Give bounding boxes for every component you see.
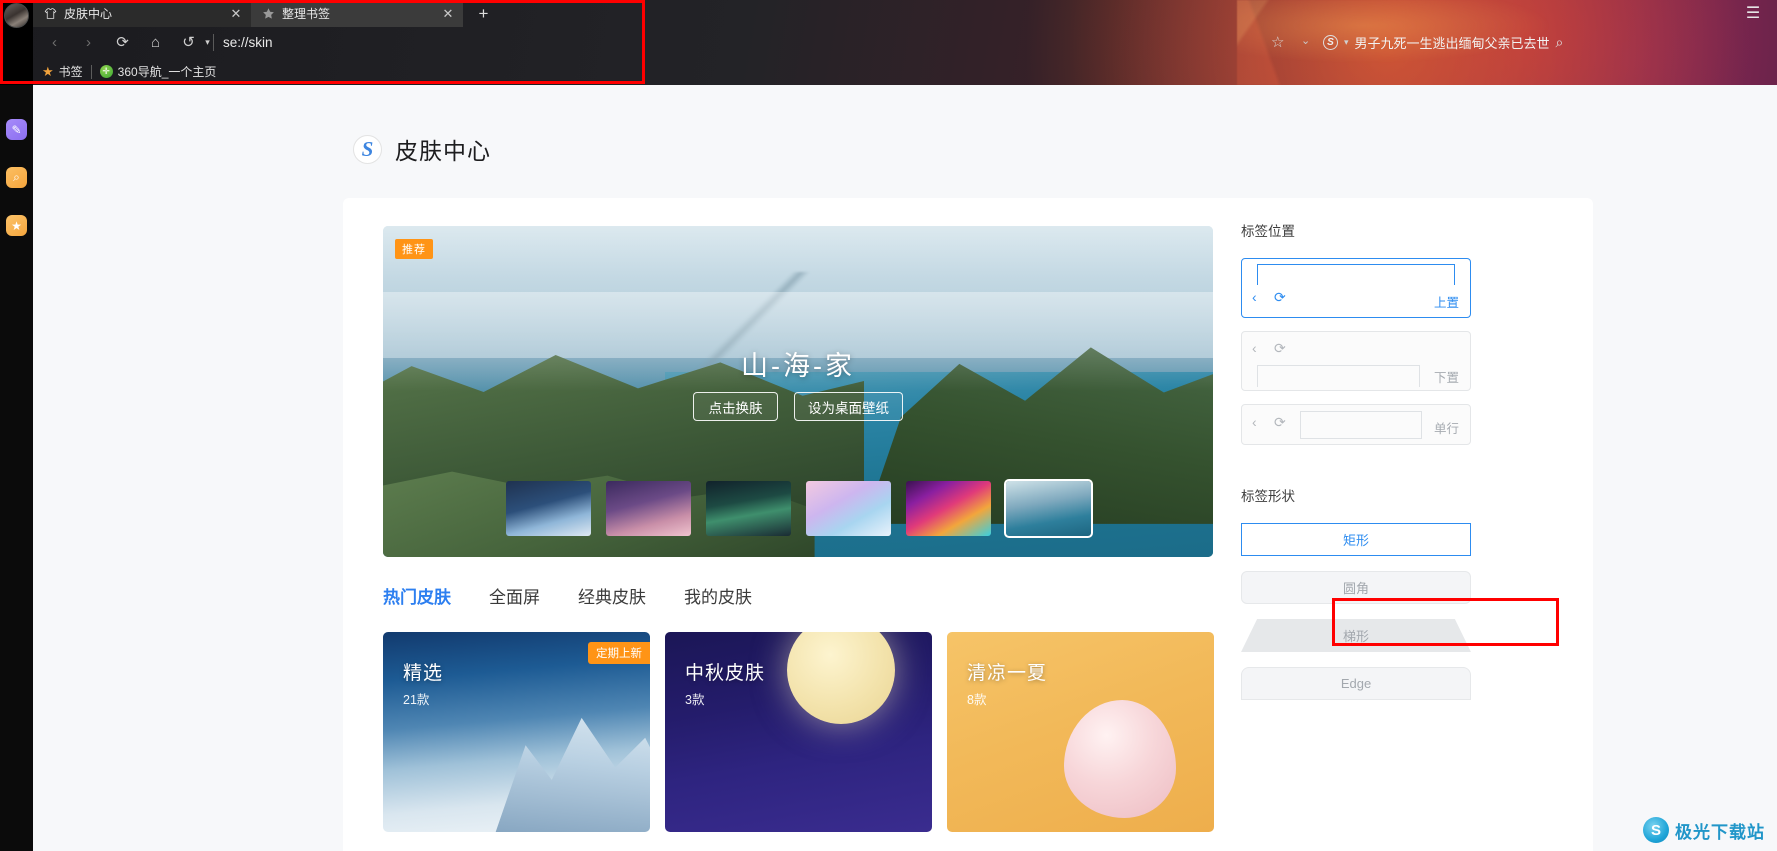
- search-engine-caret-icon[interactable]: ▾: [1344, 37, 1349, 48]
- forward-button[interactable]: ›: [76, 30, 101, 55]
- search-input[interactable]: 男子九死一生逃出缅甸父亲已去世: [1355, 33, 1550, 52]
- skin-category-tabs: 热门皮肤 全面屏 经典皮肤 我的皮肤: [383, 583, 752, 608]
- divider: [90, 64, 92, 79]
- bookmark-star-icon[interactable]: ☆: [1271, 33, 1284, 51]
- mini-back-icon: ‹: [1252, 289, 1257, 305]
- reload-button[interactable]: ⟳: [110, 30, 135, 55]
- skin-category-cards: 定期上新 精选 21款 中秋皮肤 3款 清凉一夏 8款: [383, 632, 1214, 832]
- tab-title: 皮肤中心: [64, 7, 113, 21]
- tab-shape-label: 标签形状: [1241, 489, 1295, 504]
- category-card-summer[interactable]: 清凉一夏 8款: [947, 632, 1214, 832]
- recommended-badge: 推荐: [395, 239, 433, 259]
- address-value: se://skin: [223, 35, 273, 50]
- card-count: 3款: [685, 693, 705, 707]
- tab-position-option-top[interactable]: ‹ ⟳ 上置: [1241, 258, 1471, 318]
- thumb-purple-peak[interactable]: [605, 481, 691, 536]
- thumb-neon[interactable]: [905, 481, 991, 536]
- hamburger-icon[interactable]: ☰: [1743, 5, 1763, 22]
- option-label: 梯形: [1342, 629, 1369, 644]
- page-content: S 皮肤中心 推荐 山-海-家 点击换肤 设为桌面壁纸 热门皮肤 全面屏 经典皮…: [33, 85, 1777, 851]
- tab-close-icon[interactable]: ✕: [229, 6, 243, 22]
- star-icon: [263, 8, 274, 19]
- tab-organize-bookmarks[interactable]: 整理书签 ✕: [251, 0, 463, 27]
- option-label: 下置: [1433, 371, 1459, 385]
- option-label: 单行: [1433, 422, 1459, 436]
- card-title: 中秋皮肤: [685, 663, 766, 684]
- new-tab-button[interactable]: +: [472, 3, 495, 25]
- card-title: 精选: [403, 663, 444, 684]
- shirt-icon: [44, 8, 57, 19]
- page-title: 皮肤中心: [395, 138, 491, 164]
- tab-close-icon[interactable]: ✕: [441, 6, 455, 22]
- tab-position-option-single-row[interactable]: ‹ ⟳ 单行: [1241, 404, 1471, 445]
- mini-reload-icon: ⟳: [1274, 340, 1286, 356]
- tab-classic-skins[interactable]: 经典皮肤: [578, 583, 646, 608]
- tab-position-option-bottom[interactable]: ‹ ⟳ 下置: [1241, 331, 1471, 391]
- search-engine-icon[interactable]: S: [1323, 35, 1338, 50]
- favorites-icon[interactable]: ★: [6, 215, 27, 236]
- tab-shape-option-edge[interactable]: Edge: [1241, 667, 1471, 700]
- card-count: 8款: [967, 693, 987, 707]
- hero-thumbnail-strip: [383, 479, 1213, 538]
- card-count: 21款: [403, 693, 430, 707]
- watermark: S 极光下载站: [1643, 817, 1765, 843]
- mini-reload-icon: ⟳: [1274, 414, 1286, 430]
- mini-reload-icon: ⟳: [1274, 289, 1286, 305]
- screenshot-root: 皮肤中心 ✕ 整理书签 ✕ + ☰ ‹ › ⟳ ⌂ ↺ ▾ se://skin …: [0, 0, 1777, 851]
- bookmark-label: 书签: [58, 65, 83, 79]
- bookmark-item-360nav[interactable]: ✛ 360导航_一个主页: [99, 63, 217, 80]
- tab-fullscreen[interactable]: 全面屏: [489, 583, 540, 608]
- watermark-logo-icon: S: [1643, 817, 1669, 843]
- search-box[interactable]: S ▾ 男子九死一生逃出缅甸父亲已去世 ⌕: [1323, 27, 1763, 58]
- tab-position-label: 标签位置: [1241, 224, 1295, 239]
- thumb-aurora[interactable]: [705, 481, 791, 536]
- bookmark-item-bookmarks[interactable]: ★ 书签: [42, 63, 83, 80]
- thumb-lake[interactable]: [1003, 479, 1093, 538]
- category-card-featured[interactable]: 定期上新 精选 21款: [383, 632, 650, 832]
- category-card-midautumn[interactable]: 中秋皮肤 3款: [665, 632, 932, 832]
- notes-icon[interactable]: ✎: [6, 119, 27, 140]
- address-bar[interactable]: se://skin: [223, 27, 1258, 58]
- tab-title: 整理书签: [282, 7, 331, 21]
- card-title: 清凉一夏: [967, 663, 1048, 684]
- home-button[interactable]: ⌂: [143, 30, 168, 55]
- page-brand: S 皮肤中心: [353, 132, 491, 166]
- option-label: Edge: [1340, 676, 1372, 691]
- tab-my-skins[interactable]: 我的皮肤: [684, 583, 752, 608]
- set-wallpaper-button[interactable]: 设为桌面壁纸: [794, 392, 903, 421]
- hero-buttons: 点击换肤 设为桌面壁纸: [383, 392, 1213, 421]
- globe-icon: ✛: [99, 65, 113, 78]
- bookmarks-bar: ★ 书签 ✛ 360导航_一个主页: [33, 58, 1777, 85]
- left-sidebar-rail: ✎ ⌕ ★: [0, 85, 33, 851]
- tab-shape-option-rounded[interactable]: 圆角: [1241, 571, 1471, 604]
- hero-title: 山-海-家: [741, 351, 855, 381]
- navigation-bar: ‹ › ⟳ ⌂ ↺ ▾ se://skin ☆ ⌄ S ▾ 男子九死一生逃出缅甸…: [33, 27, 1777, 58]
- option-label: 圆角: [1342, 581, 1369, 596]
- tab-shape-option-trapezoid[interactable]: 梯形: [1241, 619, 1471, 652]
- history-caret-icon[interactable]: ▾: [195, 30, 220, 55]
- settings-panel: 标签位置 ‹ ⟳ 上置 ‹ ⟳ 下置 ‹ ⟳ 单行 标签形状 矩形 圆角 梯形 …: [1241, 220, 1471, 715]
- mini-back-icon: ‹: [1252, 340, 1257, 356]
- star-icon: ★: [42, 63, 54, 79]
- content-card: 推荐 山-海-家 点击换肤 设为桌面壁纸 热门皮肤 全面屏 经典皮肤 我的皮肤 …: [343, 198, 1593, 851]
- option-label: 上置: [1433, 296, 1459, 310]
- option-label: 矩形: [1342, 533, 1369, 548]
- sogou-logo-icon: S: [353, 134, 382, 164]
- tab-strip: 皮肤中心 ✕ 整理书签 ✕ + ☰: [0, 0, 1777, 27]
- thumb-pastel[interactable]: [805, 481, 891, 536]
- tab-hot-skins[interactable]: 热门皮肤: [383, 583, 451, 608]
- mini-back-icon: ‹: [1252, 414, 1257, 430]
- thumb-mountain-blue[interactable]: [505, 481, 591, 536]
- search-icon[interactable]: ⌕: [1556, 34, 1564, 51]
- apply-skin-button[interactable]: 点击换肤: [693, 392, 778, 421]
- back-button[interactable]: ‹: [42, 30, 67, 55]
- card-badge: 定期上新: [588, 642, 650, 664]
- search-icon[interactable]: ⌕: [6, 167, 27, 188]
- bookmark-label: 360导航_一个主页: [117, 65, 217, 79]
- watermark-text: 极光下载站: [1675, 822, 1765, 842]
- hero-banner[interactable]: 推荐 山-海-家 点击换肤 设为桌面壁纸: [383, 226, 1213, 557]
- tab-shape-option-rectangle[interactable]: 矩形: [1241, 523, 1471, 556]
- tab-skin-center[interactable]: 皮肤中心 ✕: [33, 0, 251, 27]
- chevron-down-icon[interactable]: ⌄: [1301, 34, 1310, 47]
